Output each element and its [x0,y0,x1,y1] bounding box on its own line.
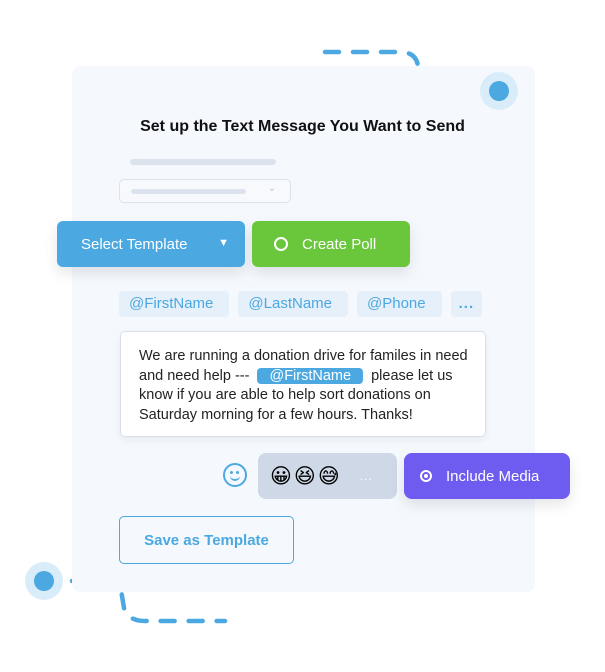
include-media-button[interactable]: Include Media [404,453,570,499]
save-as-template-button[interactable]: Save as Template [119,516,294,564]
merge-tag-firstname[interactable]: @FirstName [119,291,230,317]
include-media-label: Include Media [446,467,540,485]
chevron-down-icon: ⌄ [267,183,276,194]
merge-tag-lastname[interactable]: @LastName [238,291,348,317]
merge-tag-list: @FirstName @LastName @Phone ... [119,291,483,317]
create-poll-button[interactable]: Create Poll [252,221,410,267]
placeholder-label-line [130,159,276,165]
more-tags-button[interactable]: ... [450,291,483,317]
create-poll-label: Create Poll [302,235,377,253]
message-text: We are running a donation drive for fami… [139,347,489,425]
select-template-button[interactable]: Select Template ▼ [57,221,245,267]
emoji-laughing[interactable]: 😆 [294,464,316,489]
circle-icon [274,237,288,251]
smiley-mouth [230,474,240,481]
firstname-merge-chip[interactable]: @FirstName [257,367,364,384]
emoji-grinning[interactable]: 😀 [270,464,292,489]
caret-down-icon: ▼ [218,237,229,249]
placeholder-select-bar [131,189,246,194]
emoji-picker-bar[interactable]: 😀 😆 😅 ... [258,453,397,499]
select-template-label: Select Template [81,235,188,253]
placeholder-select[interactable]: ⌄ [119,179,291,203]
radio-dot-icon [420,470,432,482]
top-connector-dot [489,81,509,101]
emoji-sweat-smile[interactable]: 😅 [318,464,340,489]
merge-tag-phone[interactable]: @Phone [357,291,442,317]
bottom-connector-dot [34,571,54,591]
more-emojis-button[interactable]: ... [360,469,373,483]
emoji-picker-icon[interactable] [223,463,247,487]
message-textarea[interactable]: We are running a donation drive for fami… [120,331,486,437]
page-title: Set up the Text Message You Want to Send [140,118,465,135]
